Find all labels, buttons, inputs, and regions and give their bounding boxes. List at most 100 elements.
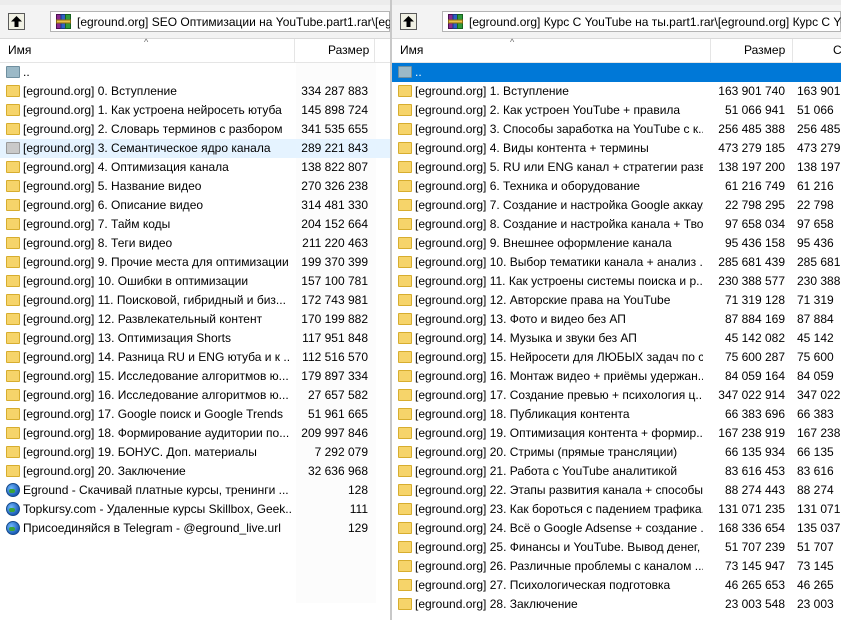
file-size: 97 658 034 — [724, 217, 785, 231]
right-col-separator-2[interactable] — [792, 39, 793, 62]
right-col-third-header[interactable]: С — [833, 39, 841, 62]
file-row[interactable]: [eground.org] 25. Финансы и YouTube. Выв… — [392, 538, 841, 557]
file-row[interactable]: [eground.org] 10. Ошибки в оптимизации 15… — [0, 272, 390, 291]
file-row[interactable]: [eground.org] 0. Вступление 334 287 883 — [0, 82, 390, 101]
file-size: 138 822 807 — [301, 160, 368, 174]
file-row[interactable]: [eground.org] 2. Как устроен YouTube + п… — [392, 101, 841, 120]
file-name: [eground.org] 25. Финансы и YouTube. Выв… — [415, 540, 703, 554]
folder-icon — [398, 598, 412, 610]
file-size: 157 100 781 — [301, 274, 368, 288]
file-size: 95 436 158 — [724, 236, 785, 250]
folder-icon — [398, 541, 412, 553]
file-packed-size: 73 145 — [797, 559, 834, 573]
right-col-size-header[interactable]: Размер — [744, 39, 785, 62]
folder-icon — [6, 275, 20, 287]
left-col-name-header[interactable]: Имя — [8, 39, 31, 62]
parent-folder-row[interactable]: .. — [392, 63, 841, 82]
file-size: 111 — [349, 502, 368, 516]
file-row[interactable]: [eground.org] 22. Этапы развития канала … — [392, 481, 841, 500]
file-row[interactable]: [eground.org] 11. Поисковой, гибридный и… — [0, 291, 390, 310]
file-row[interactable]: [eground.org] 19. БОНУС. Доп. материалы 7… — [0, 443, 390, 462]
file-row[interactable]: [eground.org] 20. Заключение 32 636 968 — [0, 462, 390, 481]
file-row[interactable]: [eground.org] 19. Оптимизация контента +… — [392, 424, 841, 443]
file-row[interactable]: [eground.org] 8. Создание и настройка ка… — [392, 215, 841, 234]
right-path-field[interactable]: [eground.org] Курс С YouTube на ты.part1… — [442, 11, 841, 32]
file-row[interactable]: [eground.org] 5. Название видео 270 326 2… — [0, 177, 390, 196]
folder-icon — [398, 294, 412, 306]
file-name: [eground.org] 5. Название видео — [23, 179, 202, 193]
left-col-size-header[interactable]: Размер — [328, 39, 369, 62]
right-up-folder-button[interactable] — [400, 13, 417, 30]
file-size: 51 707 239 — [724, 540, 785, 554]
file-row[interactable]: [eground.org] 18. Публикация контента 66 … — [392, 405, 841, 424]
file-row[interactable]: [eground.org] 12. Авторские права на You… — [392, 291, 841, 310]
folder-icon — [6, 313, 20, 325]
file-size: 256 485 388 — [718, 122, 785, 136]
left-up-folder-button[interactable] — [8, 13, 25, 30]
file-row[interactable]: [eground.org] 3. Семантическое ядро кана… — [0, 139, 390, 158]
file-row[interactable]: [eground.org] 26. Различные проблемы с к… — [392, 557, 841, 576]
file-row[interactable]: Присоединяйся в Telegram - @eground_live… — [0, 519, 390, 538]
file-row[interactable]: Topkursy.com - Удаленные курсы Skillbox,… — [0, 500, 390, 519]
file-row[interactable]: [eground.org] 3. Способы заработка на Yo… — [392, 120, 841, 139]
file-name: [eground.org] 12. Развлекательный контен… — [23, 312, 263, 326]
file-row[interactable]: [eground.org] 15. Исследование алгоритмо… — [0, 367, 390, 386]
file-row[interactable]: [eground.org] 14. Музыка и звуки без АП 4… — [392, 329, 841, 348]
right-col-separator[interactable] — [710, 39, 711, 62]
file-row[interactable]: [eground.org] 4. Виды контента + термины… — [392, 139, 841, 158]
file-row[interactable]: [eground.org] 10. Выбор тематики канала … — [392, 253, 841, 272]
file-row[interactable]: Eground - Скачивай платные курсы, тренин… — [0, 481, 390, 500]
left-col-separator-2[interactable] — [374, 39, 375, 62]
file-row[interactable]: [eground.org] 28. Заключение 23 003 548 23… — [392, 595, 841, 614]
file-row[interactable]: [eground.org] 7. Создание и настройка Go… — [392, 196, 841, 215]
file-row[interactable]: [eground.org] 16. Исследование алгоритмо… — [0, 386, 390, 405]
file-row[interactable]: [eground.org] 4. Оптимизация канала 138 8… — [0, 158, 390, 177]
file-row[interactable]: [eground.org] 27. Психологическая подгот… — [392, 576, 841, 595]
file-size: 341 535 655 — [301, 122, 368, 136]
file-size: 66 135 934 — [724, 445, 785, 459]
file-row[interactable]: [eground.org] 13. Фото и видео без АП 87 … — [392, 310, 841, 329]
file-row[interactable]: [eground.org] 1. Как устроена нейросеть … — [0, 101, 390, 120]
file-size: 87 884 169 — [724, 312, 785, 326]
file-row[interactable]: [eground.org] 1. Вступление 163 901 740 16… — [392, 82, 841, 101]
file-name: [eground.org] 14. Разница RU и ENG ютуба… — [23, 350, 291, 364]
file-size: 71 319 128 — [724, 293, 785, 307]
file-row[interactable]: [eground.org] 16. Монтаж видео + приёмы … — [392, 367, 841, 386]
file-row[interactable]: [eground.org] 12. Развлекательный контен… — [0, 310, 390, 329]
parent-folder-row[interactable]: .. — [0, 63, 390, 82]
file-row[interactable]: [eground.org] 17. Google поиск и Google … — [0, 405, 390, 424]
file-row[interactable]: [eground.org] 6. Описание видео 314 481 3… — [0, 196, 390, 215]
file-name: .. — [415, 65, 422, 79]
file-row[interactable]: [eground.org] 18. Формирование аудитории… — [0, 424, 390, 443]
file-row[interactable]: [eground.org] 7. Тайм коды 204 152 664 — [0, 215, 390, 234]
file-row[interactable]: [eground.org] 8. Теги видео 211 220 463 — [0, 234, 390, 253]
file-row[interactable]: [eground.org] 13. Оптимизация Shorts 117 … — [0, 329, 390, 348]
folder-icon — [398, 427, 412, 439]
file-row[interactable]: [eground.org] 6. Техника и оборудование 6… — [392, 177, 841, 196]
file-size: 112 516 570 — [302, 350, 368, 364]
file-row[interactable]: [eground.org] 5. RU или ENG канал + стра… — [392, 158, 841, 177]
file-row[interactable]: [eground.org] 2. Словарь терминов с разб… — [0, 120, 390, 139]
right-col-name-header[interactable]: Имя — [400, 39, 423, 62]
file-name: [eground.org] 10. Ошибки в оптимизации — [23, 274, 249, 288]
file-row[interactable]: [eground.org] 20. Стримы (прямые трансля… — [392, 443, 841, 462]
folder-icon — [398, 446, 412, 458]
file-row[interactable]: [eground.org] 17. Создание превью + псих… — [392, 386, 841, 405]
left-path-field[interactable]: [eground.org] SEO Оптимизации на YouTube… — [50, 11, 390, 32]
file-name: [eground.org] 15. Нейросети для ЛЮБЫХ за… — [415, 350, 703, 364]
file-row[interactable]: [eground.org] 23. Как бороться с падение… — [392, 500, 841, 519]
file-row[interactable]: [eground.org] 9. Внешнее оформление кана… — [392, 234, 841, 253]
folder-icon — [6, 199, 20, 211]
up-arrow-icon — [403, 16, 414, 27]
file-row[interactable]: [eground.org] 9. Прочие места для оптими… — [0, 253, 390, 272]
file-row[interactable]: [eground.org] 24. Всё о Google Adsense +… — [392, 519, 841, 538]
folder-icon — [398, 275, 412, 287]
file-size: 270 326 238 — [301, 179, 368, 193]
file-row[interactable]: [eground.org] 11. Как устроены системы п… — [392, 272, 841, 291]
globe-link-icon — [6, 483, 20, 497]
file-row[interactable]: [eground.org] 15. Нейросети для ЛЮБЫХ за… — [392, 348, 841, 367]
file-row[interactable]: [eground.org] 14. Разница RU и ENG ютуба… — [0, 348, 390, 367]
file-row[interactable]: [eground.org] 21. Работа с YouTube анали… — [392, 462, 841, 481]
file-name: [eground.org] 27. Психологическая подгот… — [415, 578, 671, 592]
left-col-separator[interactable] — [294, 39, 295, 62]
